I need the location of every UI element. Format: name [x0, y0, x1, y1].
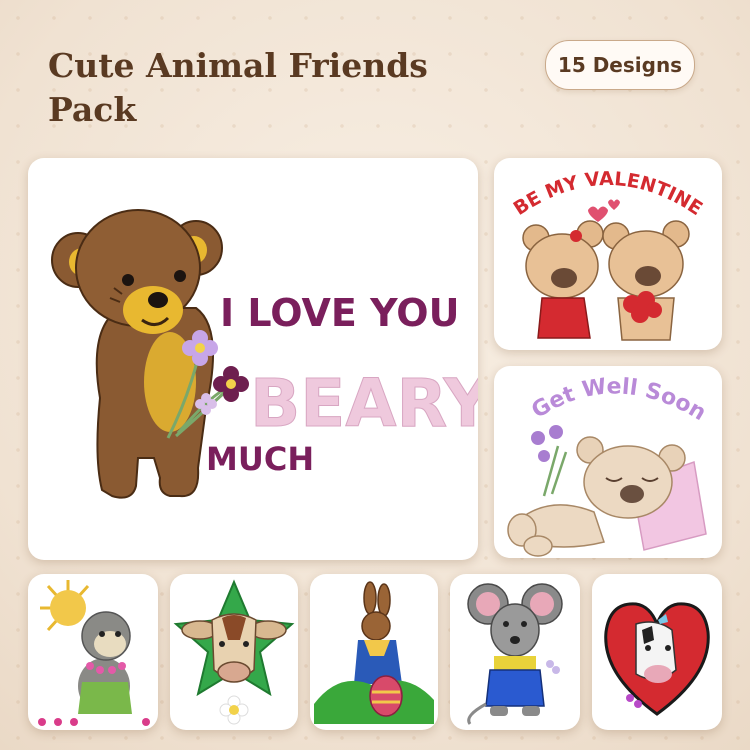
page-title: Cute Animal Friends Pack — [48, 46, 428, 129]
cow-heart-design-card[interactable] — [592, 574, 722, 730]
hero-line-1: I LOVE YOU — [220, 291, 459, 335]
mouse-design-card[interactable] — [450, 574, 580, 730]
bunny-design-card[interactable] — [310, 574, 438, 730]
hero-design-card[interactable]: I LOVE YOU BEARY MUCH — [28, 158, 478, 560]
cow-heart-illustration — [604, 602, 710, 716]
valentine-design-card[interactable]: BE MY VALENTINE — [494, 158, 722, 350]
valentine-bears-illustration: BE MY VALENTINE — [510, 168, 707, 341]
teddy-bear-love-illustration: I LOVE YOU BEARY MUCH — [51, 209, 478, 499]
valentine-text: BE MY VALENTINE — [510, 168, 707, 220]
hero-line-2: BEARY — [250, 365, 478, 442]
design-count-badge[interactable]: 15 Designs — [545, 40, 695, 90]
sleepy-bear-illustration: Get Well Soon — [507, 374, 710, 557]
hero-line-3: MUCH — [206, 440, 314, 478]
mouse-overalls-illustration — [467, 583, 563, 725]
easter-bunny-illustration — [314, 581, 434, 724]
get-well-text: Get Well Soon — [527, 374, 710, 426]
monkey-design-card[interactable] — [28, 574, 158, 730]
hula-monkey-illustration — [38, 580, 150, 726]
get-well-design-card[interactable]: Get Well Soon — [494, 366, 722, 558]
calf-star-illustration — [173, 579, 295, 725]
calf-design-card[interactable] — [170, 574, 298, 730]
